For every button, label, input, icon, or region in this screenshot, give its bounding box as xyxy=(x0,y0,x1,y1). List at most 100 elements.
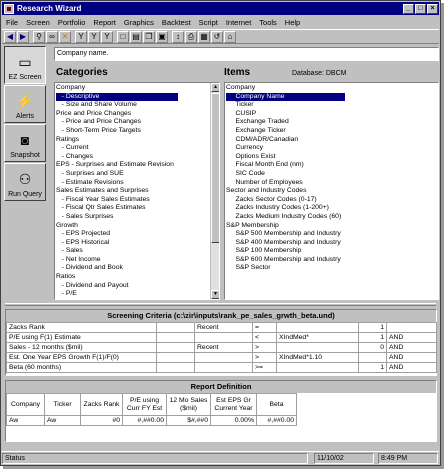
category-list-item[interactable]: - P/E xyxy=(56,290,178,299)
criteria-cell[interactable]: > xyxy=(252,342,277,353)
criteria-cell[interactable]: P/E using F(1) Estimate xyxy=(6,332,157,343)
item-list-item[interactable]: Company Name xyxy=(226,92,346,102)
report-header[interactable]: Beta xyxy=(256,393,297,416)
close-x-icon[interactable]: ✕ xyxy=(59,30,71,43)
category-list-item[interactable]: - Dividend and Payout xyxy=(56,282,178,291)
item-list-item[interactable]: S&P Membership xyxy=(226,222,345,231)
report-cell[interactable]: 0.00% xyxy=(210,415,257,426)
criteria-cell[interactable]: AND xyxy=(386,342,437,353)
menu-file[interactable]: File xyxy=(2,18,22,27)
menu-internet[interactable]: Internet xyxy=(222,18,255,27)
item-list-item[interactable]: SIC Code xyxy=(226,170,345,179)
binoculars-icon[interactable]: ⚲ xyxy=(33,30,45,43)
criteria-cell[interactable]: 1 xyxy=(358,362,387,373)
category-list-item[interactable]: - Price and Price Changes xyxy=(56,118,178,127)
item-list-item[interactable]: Zacks Industry Codes (1-200+) xyxy=(226,204,345,213)
category-list-item[interactable]: Growth xyxy=(56,222,178,231)
criteria-cell[interactable] xyxy=(156,322,195,333)
maximize-button[interactable]: □ xyxy=(415,3,426,14)
criteria-cell[interactable]: 1 xyxy=(358,332,387,343)
run-query-button[interactable]: ⚇ Run Query xyxy=(4,163,46,201)
category-list-item[interactable]: Price and Price Changes xyxy=(56,110,178,119)
criteria-cell[interactable] xyxy=(386,322,437,333)
category-list-item[interactable]: - EPS Projected xyxy=(56,230,178,239)
item-list-item[interactable]: S&P 500 Membership and Industry xyxy=(226,230,345,239)
category-list-item[interactable]: - Changes xyxy=(56,153,178,162)
back-arrow-icon[interactable]: ◀ xyxy=(4,30,16,43)
criteria-cell[interactable]: Sales - 12 months ($mil) xyxy=(6,342,157,353)
category-list-item[interactable]: EPS - Surprises and Estimate Revision xyxy=(56,161,178,170)
forward-arrow-icon[interactable]: ▶ xyxy=(17,30,29,43)
categories-scrollbar[interactable]: ▲ ▼ xyxy=(210,83,219,299)
splitter[interactable] xyxy=(5,303,436,306)
criteria-cell[interactable]: 1 xyxy=(358,322,387,333)
item-list-item[interactable]: Zacks Medium Industry Codes (60) xyxy=(226,213,345,222)
filter-icon[interactable]: Y xyxy=(101,30,113,43)
criteria-cell[interactable]: XIndMed* xyxy=(276,332,359,343)
close-button[interactable]: × xyxy=(427,3,438,14)
menu-screen[interactable]: Screen xyxy=(22,18,54,27)
criteria-cell[interactable]: Beta (60 months) xyxy=(6,362,157,373)
criteria-row[interactable]: Est. One Year EPS Growth F(1)/F(0) > XIndM… xyxy=(6,352,437,363)
category-list-item[interactable]: - Size and Share Volume xyxy=(56,101,178,110)
category-list-item[interactable]: - Fiscal Year Sales Estimates xyxy=(56,196,178,205)
infinity-icon[interactable]: ∞ xyxy=(46,30,58,43)
items-list[interactable]: Company Company Name Ticker CUSIP Exchan… xyxy=(224,82,439,300)
criteria-cell[interactable]: Recent xyxy=(194,322,253,333)
criteria-cell[interactable]: = xyxy=(252,322,277,333)
report-header[interactable]: Est EPS Gr Current Year xyxy=(210,393,257,416)
criteria-cell[interactable] xyxy=(276,362,359,373)
alerts-button[interactable]: ⚡ Alerts xyxy=(4,85,46,123)
scroll-up-icon[interactable]: ▲ xyxy=(211,83,219,92)
item-list-item[interactable]: Number of Employees xyxy=(226,179,345,188)
item-list-item[interactable]: S&P 100 Membership xyxy=(226,247,345,256)
item-list-item[interactable]: S&P Sector xyxy=(226,264,345,273)
item-list-item[interactable]: Options Exist xyxy=(226,153,345,162)
category-list-item[interactable]: - Dividend and Book xyxy=(56,264,178,273)
category-list-item[interactable]: - Net Income xyxy=(56,256,178,265)
criteria-row[interactable]: Sales - 12 months ($mil) Recent >0 AND xyxy=(6,342,437,353)
report-cell[interactable]: #,##0.00 xyxy=(122,415,167,426)
report-cell[interactable]: #,##0.00 xyxy=(256,415,297,426)
item-list-item[interactable]: Ticker xyxy=(226,101,345,110)
criteria-row[interactable]: Zacks Rank Recent = 1 xyxy=(6,322,437,333)
item-list-item[interactable]: CDM/ADR/Canadian xyxy=(226,136,345,145)
sort-icon[interactable]: ↕ xyxy=(172,30,184,43)
criteria-row[interactable]: Beta (60 months) >= 1 AND xyxy=(6,362,437,373)
criteria-row[interactable]: P/E using F(1) Estimate < XIndMed* 1 AND xyxy=(6,332,437,343)
category-list-item[interactable]: Company xyxy=(56,84,178,93)
item-list-item[interactable]: Fiscal Month End (nm) xyxy=(226,161,345,170)
category-list-item[interactable]: - EPS Historical xyxy=(56,239,178,248)
menu-graphics[interactable]: Graphics xyxy=(120,18,158,27)
new-doc-icon[interactable]: □ xyxy=(117,30,129,43)
criteria-cell[interactable] xyxy=(156,342,195,353)
item-list-item[interactable]: Exchange Traded xyxy=(226,118,345,127)
categories-list[interactable]: Company - Descriptive - Size and Share V… xyxy=(54,82,220,300)
item-list-item[interactable]: S&P 600 Membership and Industry xyxy=(226,256,345,265)
item-list-item[interactable]: Company xyxy=(226,84,345,93)
criteria-cell[interactable]: > xyxy=(252,352,277,363)
print-icon[interactable]: ⎙ xyxy=(185,30,197,43)
report-icon[interactable]: ▤ xyxy=(130,30,142,43)
category-list-item[interactable]: - Descriptive xyxy=(56,92,178,102)
category-list-item[interactable]: - Sales xyxy=(56,247,178,256)
report-cell[interactable]: $#,##0 xyxy=(166,415,211,426)
item-list-item[interactable]: Currency xyxy=(226,144,345,153)
criteria-cell[interactable] xyxy=(194,362,253,373)
minimize-button[interactable]: _ xyxy=(403,3,414,14)
criteria-cell[interactable] xyxy=(194,352,253,363)
report-header[interactable]: 12 Mo Sales ($mil) xyxy=(166,393,211,416)
report-cell[interactable]: Aw xyxy=(6,415,45,426)
criteria-cell[interactable]: AND xyxy=(386,352,437,363)
chart-icon[interactable]: ▦ xyxy=(198,30,210,43)
criteria-cell[interactable] xyxy=(358,352,387,363)
menu-tools[interactable]: Tools xyxy=(255,18,281,27)
save-icon[interactable]: ▣ xyxy=(156,30,168,43)
criteria-cell[interactable]: >= xyxy=(252,362,277,373)
category-list-item[interactable]: Ratings xyxy=(56,136,178,145)
criteria-cell[interactable]: Recent xyxy=(194,342,253,353)
criteria-cell[interactable]: AND xyxy=(386,362,437,373)
menu-help[interactable]: Help xyxy=(281,18,304,27)
criteria-cell[interactable]: Est. One Year EPS Growth F(1)/F(0) xyxy=(6,352,157,363)
criteria-cell[interactable]: < xyxy=(252,332,277,343)
